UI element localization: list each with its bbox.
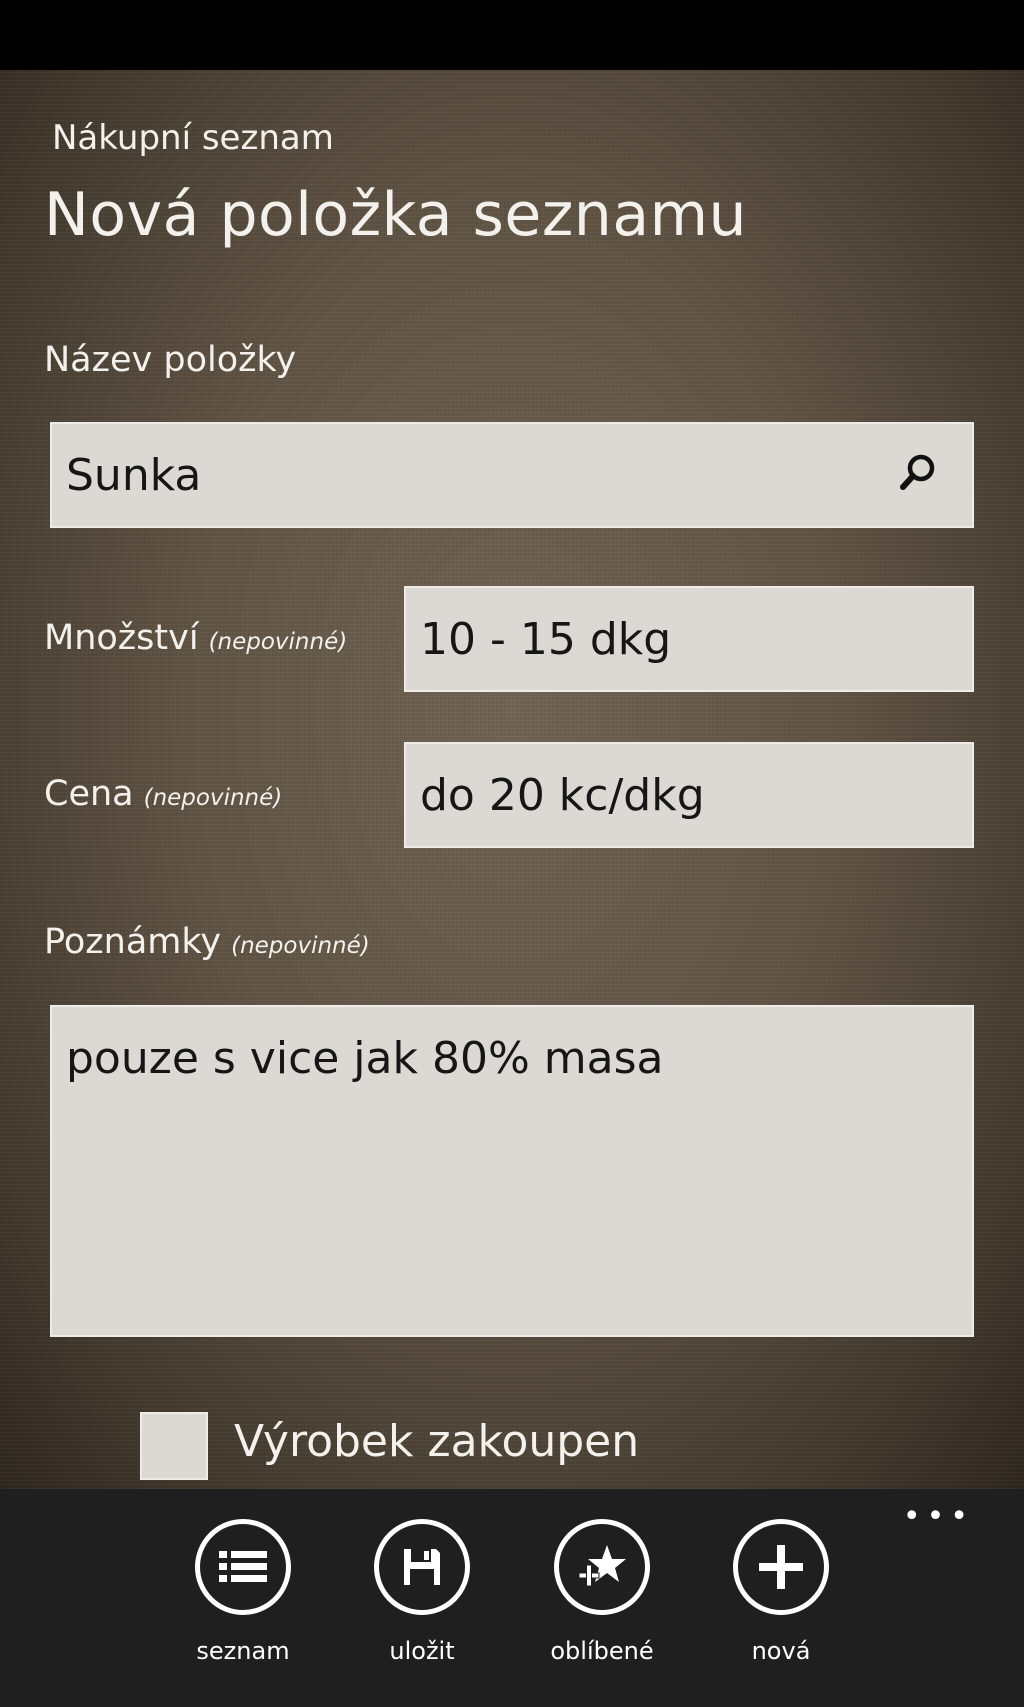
notes-label-text: Poznámky: [44, 922, 222, 962]
phone-screen: Nákupní seznam Nová položka seznamu Náze…: [0, 0, 1024, 1707]
price-optional-hint: (nepovinné): [143, 785, 283, 811]
favorites-button[interactable]: oblíbené: [527, 1519, 677, 1689]
save-button[interactable]: uložit: [347, 1519, 497, 1689]
page-content: Nákupní seznam Nová položka seznamu Náze…: [0, 70, 1024, 1489]
list-icon: [195, 1519, 291, 1615]
notes-label: Poznámky (nepovinné): [44, 922, 370, 962]
purchased-checkbox[interactable]: [140, 1412, 208, 1480]
price-label: Cena (nepovinné): [44, 774, 282, 814]
add-icon: [733, 1519, 829, 1615]
quantity-input-value: 10 - 15 dkg: [420, 614, 672, 665]
name-label-text: Název položky: [44, 340, 297, 380]
new-button-label: nová: [751, 1637, 811, 1665]
list-button[interactable]: seznam: [168, 1519, 318, 1689]
list-button-label: seznam: [196, 1637, 290, 1665]
purchased-checkbox-label[interactable]: Výrobek zakoupen: [234, 1416, 639, 1467]
price-label-text: Cena: [44, 774, 134, 814]
name-input[interactable]: Sunka: [50, 422, 974, 528]
notes-textarea-value: pouze s vice jak 80% masa: [66, 1033, 664, 1084]
price-input-value: do 20 kc/dkg: [420, 770, 705, 821]
name-input-value: Sunka: [66, 450, 202, 501]
favorites-button-label: oblíbené: [550, 1637, 654, 1665]
save-button-label: uložit: [389, 1637, 455, 1665]
favorite-add-icon: [554, 1519, 650, 1615]
save-icon: [374, 1519, 470, 1615]
price-input[interactable]: do 20 kc/dkg: [404, 742, 974, 848]
app-bar: ••• seznam uložit oblíbené nová: [0, 1489, 1024, 1707]
new-button[interactable]: nová: [706, 1519, 856, 1689]
search-icon[interactable]: [898, 452, 938, 492]
quantity-label-text: Množství: [44, 618, 199, 658]
more-options-icon[interactable]: •••: [903, 1502, 974, 1532]
notes-textarea[interactable]: pouze s vice jak 80% masa: [50, 1005, 974, 1337]
app-title: Nákupní seznam: [52, 118, 334, 158]
status-bar: [0, 0, 1024, 70]
name-label: Název položky: [44, 340, 296, 380]
quantity-optional-hint: (nepovinné): [208, 629, 348, 655]
notes-optional-hint: (nepovinné): [231, 933, 370, 959]
quantity-input[interactable]: 10 - 15 dkg: [404, 586, 974, 692]
page-title: Nová položka seznamu: [44, 180, 748, 250]
quantity-label: Množství (nepovinné): [44, 618, 347, 658]
